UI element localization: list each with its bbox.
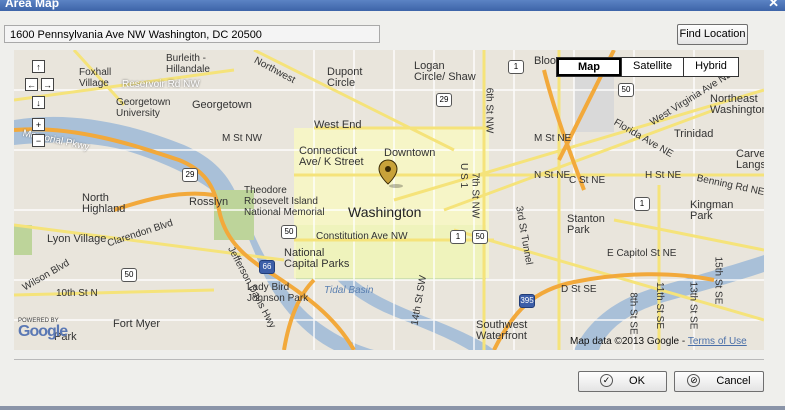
park-area — [14, 225, 32, 255]
map-label-d-st-se: D St SE — [561, 284, 597, 295]
map-label-h-st-ne: H St NE — [645, 170, 682, 181]
map-label-downtown: Downtown — [384, 147, 436, 159]
find-location-button[interactable]: Find Location — [677, 24, 748, 45]
map-label-e-capitol: E Capitol St NE — [607, 248, 677, 259]
map-label-13th-st-se: 13th St SE — [687, 281, 699, 330]
route-shield: 395 — [519, 294, 535, 308]
map-label-7th-st-nw: 7th St NW — [469, 172, 481, 219]
map-label-bloomingdale: Bloo — [534, 55, 557, 67]
map-label-10th-st-n: 10th St N — [56, 288, 98, 299]
close-icon[interactable]: ✕ — [768, 0, 779, 11]
map-label-burleith: Burleith - Hillandale — [166, 53, 210, 75]
map-label-washington: Washington — [348, 204, 422, 220]
map-type-hybrid-button[interactable]: Hybrid — [683, 58, 738, 76]
map-attribution: Map data ©2013 Google - Terms of Use — [570, 336, 747, 347]
map-label-n-st-ne: N St NE — [534, 170, 571, 181]
route-shield: 29 — [182, 168, 198, 182]
route-shield: 29 — [436, 93, 452, 107]
google-logo: Google — [18, 323, 68, 340]
terms-of-use-link[interactable]: Terms of Use — [688, 336, 747, 347]
map-label-rosslyn: Rosslyn — [189, 196, 229, 208]
map-view[interactable]: Foxhall Village Burleith - Hillandale Rese… — [14, 50, 764, 350]
map-label-tidal-basin: Tidal Basin — [324, 285, 374, 296]
map-type-satellite-button[interactable]: Satellite — [621, 58, 683, 76]
map-label-georgetown-university: Georgetown University — [116, 97, 171, 119]
route-shield: 1 — [634, 197, 650, 211]
map-label-northeast: Northeast Washington — [710, 93, 764, 116]
map-label-trinidad: Trinidad — [674, 128, 714, 140]
route-shield: 1 — [450, 230, 466, 244]
map-label-carver: CarveLangst — [736, 148, 764, 171]
map-label-kingman-park: Kingman Park — [690, 199, 734, 222]
map-label-8th-st-se: 8th St SE — [627, 292, 639, 335]
address-field[interactable]: 1600 Pennsylvania Ave NW Washington, DC … — [4, 25, 380, 43]
zoom-in-button[interactable]: + — [32, 118, 45, 131]
map-label-foxhall: Foxhall Village — [79, 67, 112, 89]
map-label-national-capital-parks: National Capital Parks — [284, 247, 350, 270]
map-label-reservoir-rd: Reservoir Rd NW — [122, 79, 200, 90]
map-label-constitution: Constitution Ave NW — [316, 231, 408, 242]
ok-button[interactable]: ✓ OK — [578, 371, 667, 392]
route-shield: 1 — [508, 60, 524, 74]
attribution-text: Map data ©2013 Google - — [570, 336, 688, 347]
check-icon: ✓ — [600, 373, 614, 387]
map-label-6th-st-nw: 6th St NW — [483, 87, 495, 134]
map-label-connecticut: Connecticut Ave/ K Street — [299, 145, 364, 168]
window-title: Area Map — [5, 0, 60, 10]
map-label-theodore: Theodore Roosevelt Island National Memoria… — [244, 185, 325, 218]
map-label-11th-st-se: 11th St SE — [654, 281, 666, 330]
map-label-logan: Logan Circle/ Shaw — [414, 60, 476, 83]
pan-left-button[interactable]: ← — [25, 78, 38, 91]
ok-label: OK — [629, 375, 645, 387]
pan-up-button[interactable]: ↑ — [32, 60, 45, 73]
divider — [14, 359, 764, 360]
map-canvas — [14, 50, 764, 350]
map-label-north-highland: North Highland — [82, 192, 126, 215]
map-label-southwest: Southwest Waterfront — [476, 319, 528, 342]
map-label-georgetown: Georgetown — [192, 99, 252, 111]
cancel-label: Cancel — [716, 375, 751, 387]
map-label-c-st-ne: C St NE — [569, 175, 606, 186]
map-label-west-end: West End — [314, 119, 362, 131]
route-shield: 50 — [472, 230, 488, 244]
cancel-button[interactable]: ⊘ Cancel — [674, 371, 764, 392]
cancel-icon: ⊘ — [687, 373, 701, 387]
map-type-map-button[interactable]: Map — [557, 58, 621, 76]
map-label-m-st-ne: M St NE — [534, 133, 572, 144]
map-label-us-1: U S 1 — [458, 162, 470, 189]
map-label-stanton-park: Stanton Park — [567, 213, 605, 236]
window-bottom-edge — [0, 406, 785, 410]
map-label-fort-myer: Fort Myer — [113, 318, 161, 330]
title-bar: Area Map ✕ — [0, 0, 785, 11]
route-shield: 50 — [281, 225, 297, 239]
route-shield: 66 — [259, 260, 275, 274]
pan-down-button[interactable]: ↓ — [32, 96, 45, 109]
map-label-15th-st-se: 15th St SE — [712, 256, 724, 305]
zoom-out-button[interactable]: − — [32, 134, 45, 147]
map-label-lyon-village: Lyon Village — [47, 233, 107, 245]
map-type-control: Map Satellite Hybrid — [556, 57, 739, 77]
route-shield: 50 — [618, 83, 634, 97]
pan-right-button[interactable]: → — [41, 78, 54, 91]
route-shield: 50 — [121, 268, 137, 282]
map-label-m-st-nw: M St NW — [222, 133, 262, 144]
map-label-dupont: Dupont Circle — [327, 66, 363, 89]
